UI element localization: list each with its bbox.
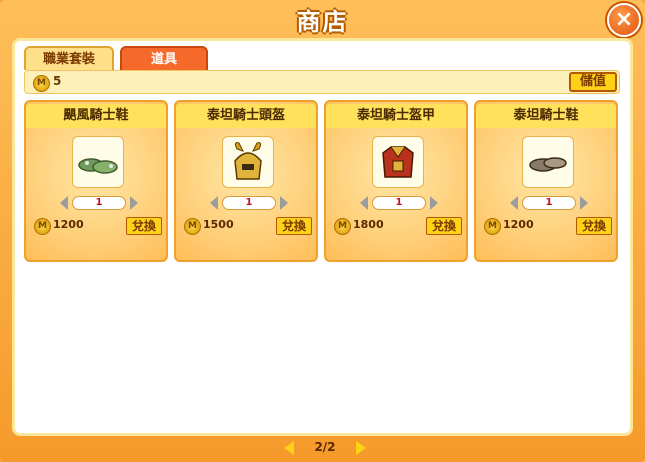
- coin-icon: M: [334, 218, 351, 235]
- quantity-stepper: 1: [510, 196, 588, 210]
- item-card: 泰坦騎士鞋 1 M 1200 兌換: [474, 100, 618, 262]
- exchange-button[interactable]: 兌換: [276, 217, 312, 235]
- coin-balance: 5: [53, 74, 62, 88]
- item-price: 1800: [353, 218, 384, 231]
- increase-arrow-icon[interactable]: [280, 196, 288, 210]
- item-card: 泰坦騎士盔甲 1 M 1800 兌換: [324, 100, 468, 262]
- quantity-stepper: 1: [210, 196, 288, 210]
- increase-arrow-icon[interactable]: [580, 196, 588, 210]
- item-price: 1200: [53, 218, 84, 231]
- decrease-arrow-icon[interactable]: [60, 196, 68, 210]
- quantity-field[interactable]: 1: [522, 196, 576, 210]
- exchange-button[interactable]: 兌換: [126, 217, 162, 235]
- exchange-button[interactable]: 兌換: [426, 217, 462, 235]
- item-card: 泰坦騎士頭盔 1 M 1500 兌換: [174, 100, 318, 262]
- quantity-field[interactable]: 1: [222, 196, 276, 210]
- quantity-field[interactable]: 1: [72, 196, 126, 210]
- quantity-stepper: 1: [360, 196, 438, 210]
- item-name: 泰坦騎士頭盔: [176, 104, 316, 128]
- exchange-button[interactable]: 兌換: [576, 217, 612, 235]
- pagination: 2/2: [270, 438, 380, 458]
- item-name: 泰坦騎士鞋: [476, 104, 616, 128]
- boots-icon: [522, 136, 574, 188]
- decrease-arrow-icon[interactable]: [210, 196, 218, 210]
- tab-items[interactable]: 道具: [120, 46, 208, 70]
- quantity-field[interactable]: 1: [372, 196, 426, 210]
- increase-arrow-icon[interactable]: [430, 196, 438, 210]
- item-price: 1200: [503, 218, 534, 231]
- currency-bar: M 5 儲值: [24, 70, 620, 94]
- armor-icon: [372, 136, 424, 188]
- increase-arrow-icon[interactable]: [130, 196, 138, 210]
- price-row: M 1800 兌換: [334, 217, 462, 235]
- tab-class-outfit[interactable]: 職業套裝: [24, 46, 114, 70]
- helmet-icon: [222, 136, 274, 188]
- decrease-arrow-icon[interactable]: [360, 196, 368, 210]
- boots-icon: [72, 136, 124, 188]
- coin-icon: M: [184, 218, 201, 235]
- coin-icon: M: [484, 218, 501, 235]
- price-row: M 1200 兌換: [484, 217, 612, 235]
- item-card: 颶風騎士鞋 1 M 1200 兌換: [24, 100, 168, 262]
- coin-icon: M: [33, 75, 50, 92]
- price-row: M 1200 兌換: [34, 217, 162, 235]
- coin-icon: M: [34, 218, 51, 235]
- item-price: 1500: [203, 218, 234, 231]
- item-name: 颶風騎士鞋: [26, 104, 166, 128]
- close-icon[interactable]: ×: [607, 3, 641, 37]
- quantity-stepper: 1: [60, 196, 138, 210]
- recharge-button[interactable]: 儲值: [569, 72, 617, 92]
- next-page-icon[interactable]: [356, 441, 366, 455]
- price-row: M 1500 兌換: [184, 217, 312, 235]
- window-title: 商店: [296, 8, 349, 36]
- item-name: 泰坦騎士盔甲: [326, 104, 466, 128]
- shop-window: 商店 × 職業套裝 道具 M 5 儲值 颶風騎士鞋 1 M 1200 兌換 泰坦…: [0, 0, 645, 462]
- decrease-arrow-icon[interactable]: [510, 196, 518, 210]
